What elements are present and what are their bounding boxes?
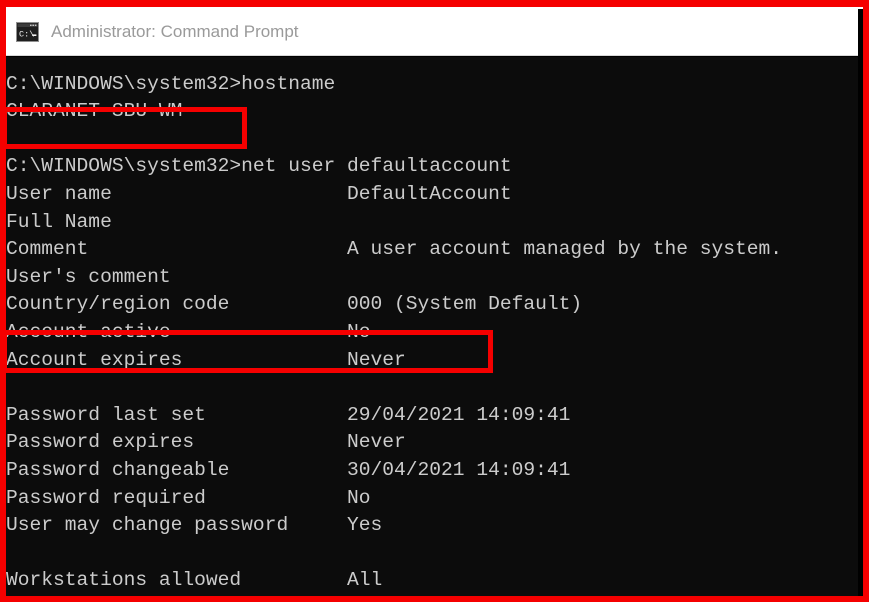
console-line: User name DefaultAccount — [5, 181, 858, 209]
console-field-value: No — [346, 320, 371, 343]
console-line: Account active No — [5, 319, 858, 347]
console-field-value: All — [346, 569, 383, 592]
console-line: C:\WINDOWS\system32>net user defaultacco… — [6, 155, 512, 178]
console-field-label: Comment — [6, 238, 89, 261]
console-field-value: A user account managed by the system. — [346, 238, 783, 261]
console-field-value: No — [346, 486, 371, 509]
clipped-window-strip: · ··· ·· ·· · · · ·· · · ·· · — [0, 0, 869, 9]
console-text-buffer: C:\WINDOWS\system32>hostname CLARANET-SBU… — [5, 57, 858, 595]
command-prompt-screenshot: · ··· ·· ·· · · · ·· · · ·· · C:\ Admini… — [0, 0, 869, 602]
console-field-label: Full Name — [6, 210, 112, 233]
console-field-label: Password expires — [6, 431, 195, 454]
svg-text:C:\: C:\ — [19, 30, 34, 40]
console-field-value: 000 (System Default) — [346, 293, 583, 316]
console-line: Password required No — [5, 485, 858, 513]
console-field-label: Password required — [6, 486, 206, 509]
console-output-area[interactable]: C:\WINDOWS\system32>hostname CLARANET-SBU… — [5, 57, 858, 596]
console-field-label: Account expires — [6, 348, 183, 371]
clipped-top-text: · ··· ·· ·· · · · ·· · · ·· · — [120, 0, 568, 6]
console-field-value: 29/04/2021 14:09:41 — [346, 403, 571, 426]
console-field-value: Yes — [346, 514, 383, 537]
console-line: C:\WINDOWS\system32>hostname — [6, 72, 336, 95]
console-field-value: Never — [346, 431, 406, 454]
console-line: Password expires Never — [5, 429, 858, 457]
console-line: Account expires Never — [5, 347, 858, 375]
console-field-value: 30/04/2021 14:09:41 — [346, 458, 571, 481]
console-field-label: User name — [6, 182, 112, 205]
console-line: User's comment — [5, 264, 858, 292]
console-line: Workstations allowed All — [5, 567, 858, 595]
console-line: User may change password Yes — [5, 512, 858, 540]
console-field-label: Country/region code — [6, 293, 230, 316]
console-line: Comment A user account managed by the sys… — [5, 236, 858, 264]
console-line: Password changeable 30/04/2021 14:09:41 — [5, 457, 858, 485]
window-title: Administrator: Command Prompt — [51, 22, 299, 41]
console-field-label: Workstations allowed — [6, 569, 242, 592]
console-line: Password last set 29/04/2021 14:09:41 — [5, 402, 858, 430]
console-field-label: User may change password — [6, 514, 289, 537]
console-field-value: DefaultAccount — [346, 182, 512, 205]
window-titlebar[interactable]: C:\ Administrator: Command Prompt — [5, 9, 858, 56]
console-field-value: Never — [346, 348, 406, 371]
console-line: Country/region code 000 (System Default) — [5, 291, 858, 319]
console-field-label: Password changeable — [6, 458, 230, 481]
console-line: Full Name — [5, 209, 858, 237]
console-field-label: Account active — [6, 320, 171, 343]
command-prompt-icon: C:\ — [16, 22, 39, 42]
console-line: CLARANET-SBU-WM — [6, 100, 183, 123]
console-field-label: Password last set — [6, 403, 206, 426]
console-field-label: User's comment — [6, 265, 171, 288]
